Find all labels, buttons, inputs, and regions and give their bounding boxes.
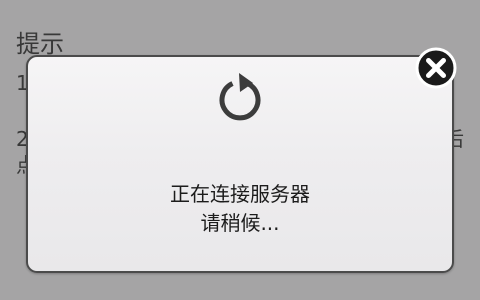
loading-dialog: 正在连接服务器 请稍候...	[26, 55, 454, 273]
loading-message: 正在连接服务器	[170, 182, 310, 206]
refresh-icon	[219, 73, 261, 121]
wait-message: 请稍候...	[200, 211, 280, 235]
close-button[interactable]	[415, 47, 457, 89]
